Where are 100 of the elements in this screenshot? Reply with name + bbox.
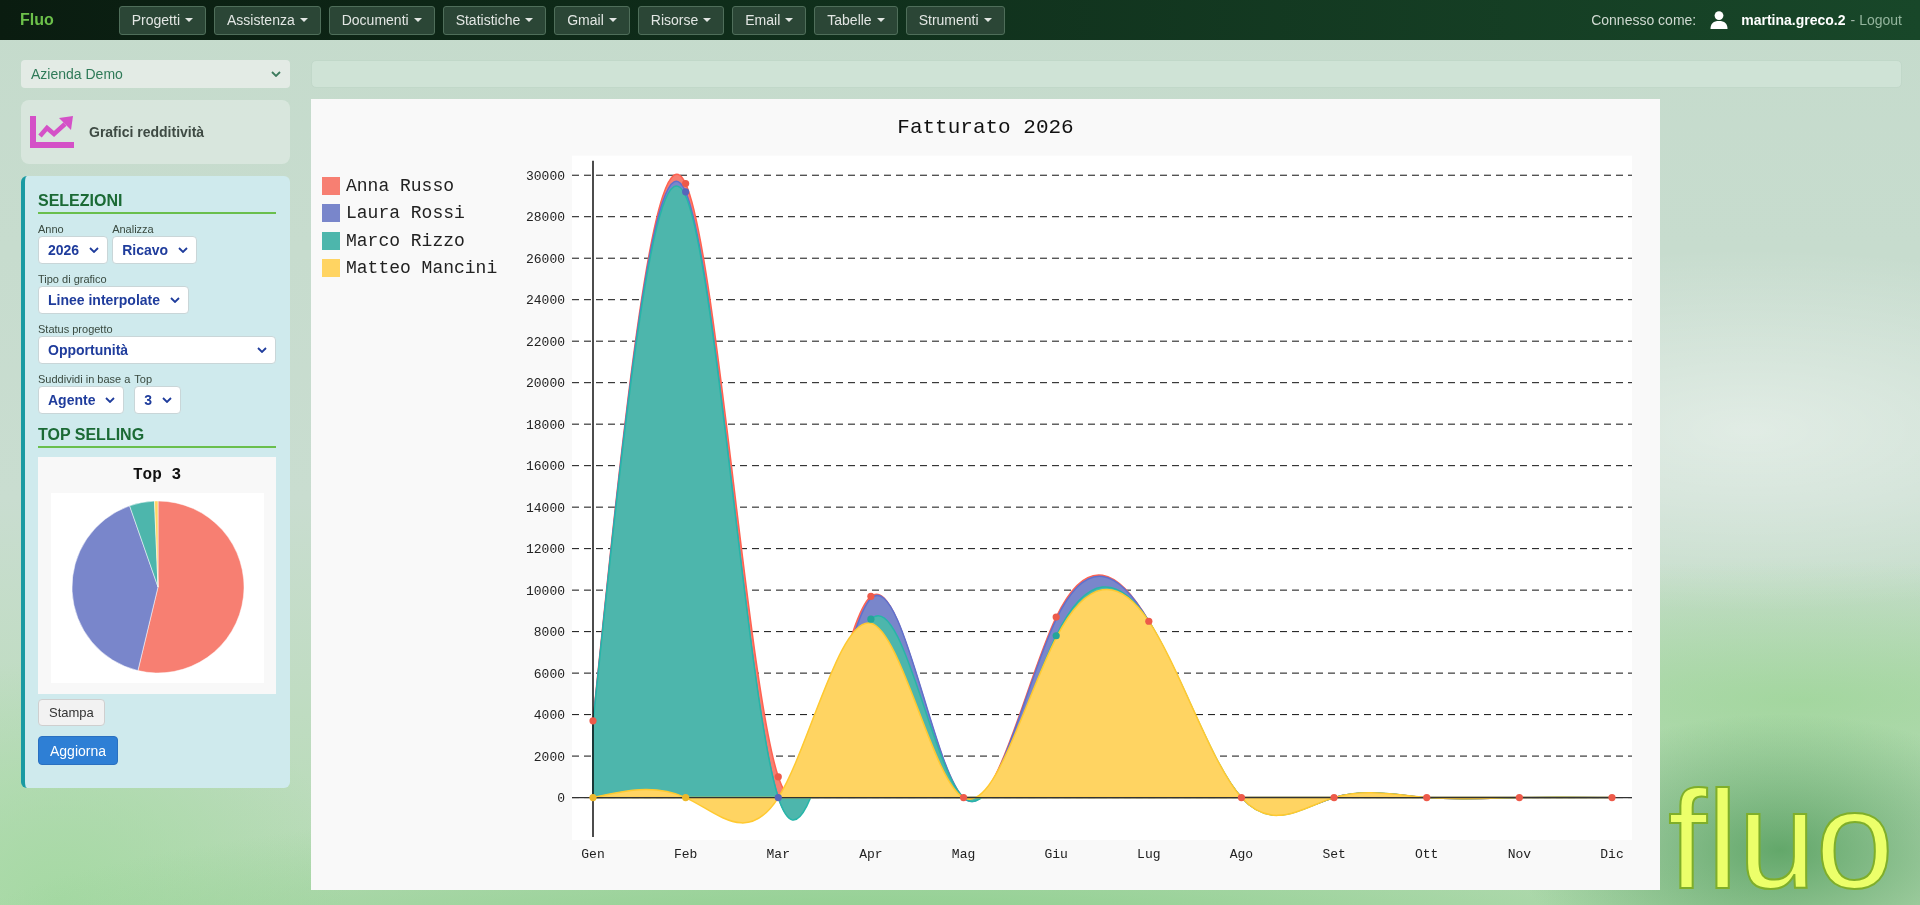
menu-button[interactable]: Strumenti [905,5,1005,35]
separator-text: - [1850,12,1856,28]
data-point [589,717,597,725]
x-axis-tick-label: Nov [1507,847,1532,862]
menu-button[interactable]: Tabelle [814,5,898,35]
field-label: Top [134,372,153,386]
menu-button[interactable]: Email [732,5,807,35]
data-point [1330,794,1338,802]
brand-name[interactable]: Fluo [20,11,54,29]
caret-icon [299,18,308,22]
data-point [867,615,875,623]
data-point [867,592,875,600]
menu-button[interactable]: Assistenza [214,5,321,35]
legend-label: Matteo Mancini [346,258,498,279]
caret-icon [525,18,534,22]
page-title: Grafici redditività [89,124,205,140]
chevron-icon [170,297,181,303]
dropdown-select[interactable]: Ricavo [112,236,198,264]
data-point [1145,617,1153,625]
x-axis-tick-label: Apr [859,847,883,862]
y-axis-tick-label: 10000 [526,583,565,599]
chart-title: Fatturato 2026 [897,116,1074,140]
x-axis-tick-label: Mag [951,847,976,862]
chart-line-icon [30,116,74,148]
caret-icon [703,18,712,22]
logged-in-label: Connesso come: [1591,12,1697,28]
data-point [774,773,782,781]
menu-button[interactable]: Risorse [637,5,725,35]
menu-button[interactable]: Statistiche [442,5,547,35]
x-axis-tick-label: Giu [1044,847,1068,862]
user-icon [1710,11,1729,29]
action-button[interactable]: Aggiorna [38,736,119,765]
caret-icon [983,18,992,22]
chart-title: Top 3 [133,465,181,485]
dropdown-select[interactable]: 3 [134,386,182,414]
data-point [1515,794,1523,802]
field-label: Status progetto [38,322,114,336]
y-axis-tick-label: 4000 [533,708,565,724]
section-heading: TOP SELLING [38,424,276,448]
caret-icon [785,18,794,22]
chevron-icon [271,71,281,77]
y-axis-tick-label: 2000 [533,749,565,765]
dropdown-select[interactable]: Agente [38,386,125,414]
data-point [1052,613,1060,621]
company-select[interactable]: Azienda Demo [21,60,290,88]
brand-logo: fluo [1668,775,1894,905]
y-axis-tick-label: 28000 [526,210,565,226]
x-axis-tick-label: Set [1322,847,1346,862]
username: martina.greco.2 [1741,12,1846,28]
x-axis-tick-label: Gen [581,847,605,862]
field-label: Suddividi in base a [38,372,131,386]
data-point [682,794,690,802]
dropdown-select[interactable]: Linee interpolate [38,286,190,314]
section-heading: SELEZIONI [38,190,276,214]
caret-icon [876,18,885,22]
y-axis-tick-label: 12000 [526,542,565,558]
menu-button[interactable]: Progetti [118,5,206,35]
chevron-icon [257,347,267,353]
data-point [589,794,597,802]
legend-label: Marco Rizzo [346,230,465,251]
x-axis-tick-label: Mar [766,847,790,862]
menu-button[interactable]: Documenti [328,5,435,35]
x-axis-tick-label: Ott [1415,847,1439,862]
y-axis-tick-label: 22000 [526,334,565,350]
x-axis-tick-label: Ago [1229,847,1254,862]
data-point [959,794,968,802]
y-axis-tick-label: 24000 [526,293,565,309]
y-axis-tick-label: 8000 [533,625,565,641]
y-axis-tick-label: 16000 [526,459,565,475]
dropdown-select[interactable]: Opportunità [38,336,276,364]
data-point [1608,794,1616,802]
chevron-icon [162,397,173,403]
logout-link[interactable]: Logout [1859,12,1902,28]
data-point [774,794,782,802]
field-label: Tipo di grafico [38,272,107,286]
dropdown-select[interactable]: 2026 [38,236,109,264]
chevron-icon [89,247,100,253]
data-point [1052,632,1060,640]
y-axis-tick-label: 6000 [533,666,565,682]
y-axis-tick-label: 26000 [526,251,565,267]
page-card[interactable]: Grafici redditività [21,100,290,164]
y-axis-tick-label: 30000 [526,168,565,184]
caret-icon [413,18,422,22]
y-axis-tick-label: 0 [557,791,565,807]
data-point [1237,794,1246,802]
y-axis-tick-label: 20000 [526,376,565,392]
legend-label: Anna Russo [346,175,455,196]
legend-label: Laura Rossi [346,203,465,224]
action-button[interactable]: Stampa [38,699,105,726]
menu-button[interactable]: Gmail [554,5,630,35]
field-label: Analizza [112,222,154,236]
x-axis-tick-label: Dic [1600,847,1624,862]
y-axis-tick-label: 18000 [526,417,565,433]
x-axis-tick-label: Feb [673,847,698,862]
data-point [1423,794,1431,802]
chevron-icon [178,247,189,253]
caret-icon [608,18,617,22]
chevron-icon [105,397,116,403]
y-axis-tick-label: 14000 [526,500,565,516]
field-label: Anno [38,222,64,236]
